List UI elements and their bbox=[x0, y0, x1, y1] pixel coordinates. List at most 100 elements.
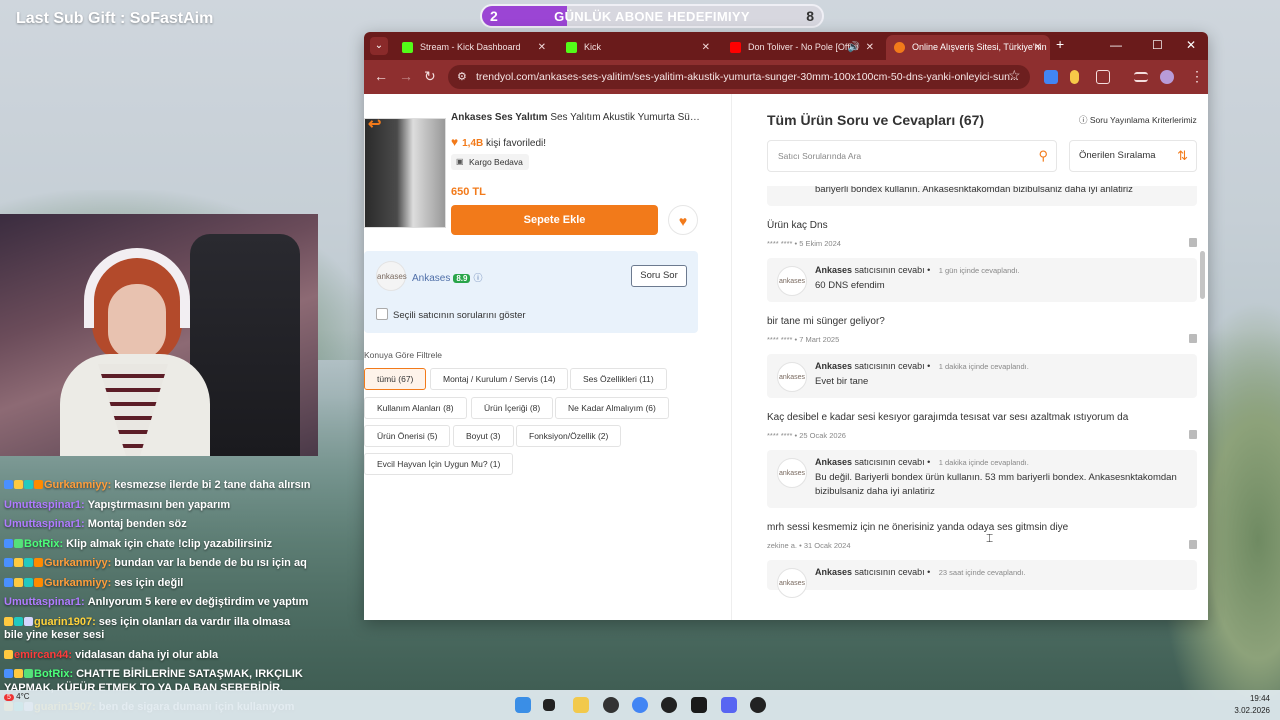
qa-pane: Tüm Ürün Soru ve Cevapları (67) ⓘ Soru Y… bbox=[733, 94, 1208, 620]
qa-search-input[interactable]: Satıcı Sorularında Ara ⚲ bbox=[767, 140, 1057, 172]
qa-title: Tüm Ürün Soru ve Cevapları (67) bbox=[767, 112, 985, 128]
close-icon[interactable]: ✕ bbox=[538, 35, 546, 60]
report-flag-icon[interactable] bbox=[1189, 334, 1197, 343]
filter-chip[interactable]: Fonksiyon/Özellik (2) bbox=[516, 425, 622, 447]
chat-message: guarin1907: ses için olanları da vardır i… bbox=[0, 613, 310, 646]
translate-extension-icon[interactable] bbox=[1044, 70, 1058, 84]
extension-icon[interactable] bbox=[1070, 70, 1079, 84]
chat-message: Gurkanmiyy: kesmezse ilerde bi 2 tane dah… bbox=[0, 476, 320, 496]
discord-icon[interactable] bbox=[721, 697, 737, 713]
hype-badge-icon bbox=[34, 558, 43, 567]
app-icon[interactable] bbox=[691, 697, 707, 713]
tab-search-button[interactable]: ⌄ bbox=[370, 37, 388, 55]
more-menu-icon[interactable]: ⋮ bbox=[1190, 68, 1204, 85]
audio-icon[interactable]: 🔊 bbox=[848, 35, 860, 60]
filter-chip[interactable]: Ürün Önerisi (5) bbox=[364, 425, 451, 447]
crown-badge-icon bbox=[14, 669, 23, 678]
chat-username[interactable]: emircan44: bbox=[14, 649, 72, 661]
obs-icon[interactable] bbox=[603, 697, 619, 713]
minimize-icon[interactable]: — bbox=[1110, 38, 1122, 52]
new-tab-plus-icon[interactable]: + bbox=[1056, 36, 1064, 52]
weather-widget[interactable]: 5 4°C bbox=[4, 692, 30, 701]
tab-youtube[interactable]: Don Toliver - No Pole [Offici 🔊 ✕ bbox=[722, 35, 882, 60]
question-text: bir tane mi sünger geliyor? bbox=[767, 316, 885, 327]
filter-chip[interactable]: Kullanım Alanları (8) bbox=[364, 397, 467, 419]
scrollbar-thumb[interactable] bbox=[1200, 251, 1205, 299]
app-icon[interactable] bbox=[661, 697, 677, 713]
back-arrow-icon[interactable]: ← bbox=[374, 68, 388, 84]
filter-chip[interactable]: Evcil Hayvan İçin Uygun Mu? (1) bbox=[364, 453, 514, 475]
qa-scrollbar[interactable] bbox=[1200, 186, 1205, 620]
windows-start-icon[interactable] bbox=[515, 697, 531, 713]
close-window-icon[interactable]: ✕ bbox=[1186, 38, 1196, 52]
chat-username[interactable]: guarin1907: bbox=[34, 616, 96, 628]
mod-badge-icon bbox=[4, 577, 13, 587]
app-icon[interactable] bbox=[750, 697, 766, 713]
add-to-cart-button[interactable]: Sepete Ekle bbox=[451, 205, 658, 235]
file-explorer-icon[interactable] bbox=[573, 697, 589, 713]
product-price: 650 TL bbox=[451, 186, 486, 198]
report-flag-icon[interactable] bbox=[1189, 540, 1197, 549]
seller-logo[interactable]: ankases bbox=[376, 261, 407, 291]
media-controls-icon[interactable] bbox=[1134, 72, 1148, 82]
only-seller-questions[interactable]: Seçili satıcının sorularını göster bbox=[376, 308, 526, 321]
chat-username[interactable]: Umuttaspinar1: bbox=[4, 499, 85, 511]
checkbox[interactable] bbox=[376, 308, 388, 320]
chat-username[interactable]: Gurkanmiyy: bbox=[44, 577, 111, 589]
profile-avatar-icon[interactable] bbox=[1160, 70, 1174, 84]
tab-kick[interactable]: Kick ✕ bbox=[558, 35, 718, 60]
chat-username[interactable]: Gurkanmiyy: bbox=[44, 557, 111, 569]
answer-header: Ankases satıcısının cevabı • 1 dakika iç… bbox=[815, 457, 1029, 467]
chat-username[interactable]: Umuttaspinar1: bbox=[4, 596, 85, 608]
ask-question-button[interactable]: Soru Sor bbox=[631, 265, 687, 287]
tab-bar: ⌄ Stream - Kick Dashboard ✕ Kick ✕ Don T… bbox=[364, 32, 1208, 60]
report-flag-icon[interactable] bbox=[1189, 238, 1197, 247]
filter-title: Konuya Göre Filtrele bbox=[364, 350, 442, 360]
close-icon[interactable]: ✕ bbox=[866, 35, 874, 60]
reload-icon[interactable]: ↻ bbox=[424, 68, 436, 85]
filter-chip[interactable]: Ürün İçeriği (8) bbox=[471, 397, 554, 419]
answer-text: Bu değil. Bariyerli bondex ürün kullanın… bbox=[815, 472, 1177, 497]
close-icon[interactable]: ✕ bbox=[1034, 35, 1042, 60]
chat-username[interactable]: BotRix: bbox=[34, 668, 73, 680]
filter-chip[interactable]: Ne Kadar Almalıyım (6) bbox=[555, 397, 669, 419]
truck-icon: ▣ bbox=[456, 157, 464, 166]
info-icon[interactable]: ⓘ bbox=[473, 273, 482, 283]
product-title[interactable]: Ankases Ses Yalıtım Ses Yalıtım Akustik … bbox=[451, 112, 701, 123]
tab-kick-dashboard[interactable]: Stream - Kick Dashboard ✕ bbox=[394, 35, 554, 60]
chat-username[interactable]: BotRix: bbox=[24, 538, 63, 550]
chrome-icon[interactable] bbox=[632, 697, 648, 713]
report-flag-icon[interactable] bbox=[1189, 430, 1197, 439]
qa-criteria-link[interactable]: ⓘ Soru Yayınlama Kriterlerimiz bbox=[1079, 114, 1197, 126]
qa-search-placeholder: Satıcı Sorularında Ara bbox=[778, 151, 862, 161]
bookmark-star-icon[interactable]: ☆ bbox=[1008, 67, 1021, 84]
product-image[interactable] bbox=[364, 118, 446, 228]
chat-username[interactable]: Umuttaspinar1: bbox=[4, 518, 85, 530]
taskbar-clock[interactable]: 19:44 3.02.2026 bbox=[1234, 693, 1270, 717]
extensions-puzzle-icon[interactable] bbox=[1096, 70, 1110, 84]
filter-chip[interactable]: Ses Özellikleri (11) bbox=[570, 368, 667, 390]
crown-badge-icon bbox=[4, 616, 13, 626]
forward-arrow-icon[interactable]: → bbox=[399, 68, 413, 84]
chat-username[interactable]: Gurkanmiyy: bbox=[44, 479, 111, 491]
maximize-icon[interactable]: ☐ bbox=[1152, 38, 1163, 52]
sort-dropdown[interactable]: Önerilen Sıralama ⇅ bbox=[1069, 140, 1197, 172]
filter-chip[interactable]: tümü (67) bbox=[364, 368, 427, 390]
task-view-icon[interactable] bbox=[543, 699, 555, 711]
url-input[interactable]: ⚙ trendyol.com/ankases-ses-yalitim/ses-y… bbox=[448, 65, 1030, 89]
search-icon[interactable]: ⚲ bbox=[1038, 141, 1048, 171]
favorite-heart-icon[interactable]: ♥ bbox=[668, 205, 698, 235]
chat-message: Umuttaspinar1: Anlıyorum 5 kere ev değişt… bbox=[0, 593, 320, 613]
mod-badge-icon bbox=[4, 538, 13, 548]
crown-badge-icon bbox=[14, 558, 23, 567]
back-return-icon[interactable]: ↩ bbox=[368, 114, 381, 134]
seller-name[interactable]: Ankases bbox=[412, 273, 450, 284]
seller-box: ankases Ankases 8.9 ⓘ Soru Sor Seçili satı… bbox=[364, 251, 698, 333]
close-icon[interactable]: ✕ bbox=[702, 35, 710, 60]
site-info-icon[interactable]: ⚙ bbox=[457, 65, 467, 89]
answer-time: 1 dakika içinde cevaplandı. bbox=[938, 458, 1029, 467]
filter-chip[interactable]: Montaj / Kurulum / Servis (14) bbox=[430, 368, 569, 390]
filter-chip[interactable]: Boyut (3) bbox=[453, 425, 514, 447]
tab-trendyol[interactable]: Online Alışveriş Sitesi, Türkiye'nin ✕ bbox=[886, 35, 1050, 60]
chat-text: Montaj benden söz bbox=[87, 518, 187, 530]
